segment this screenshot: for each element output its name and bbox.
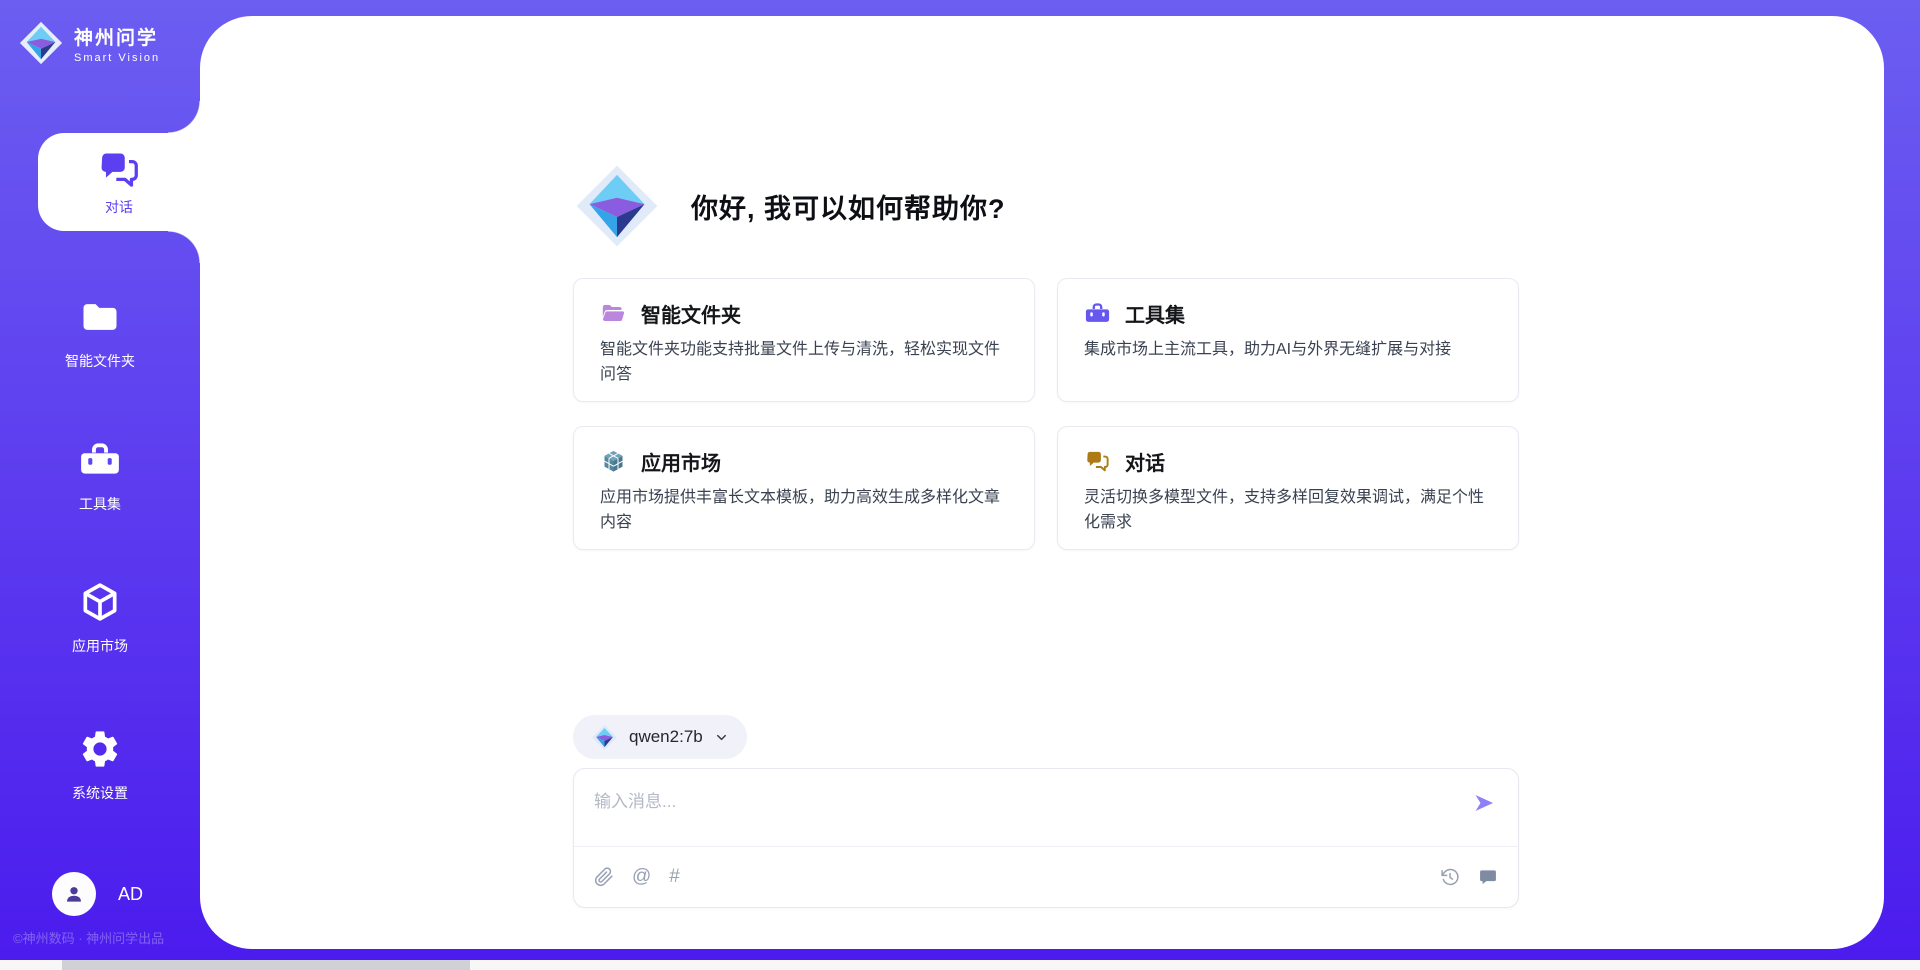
card-chat[interactable]: 对话 灵活切换多模型文件，支持多样回复效果调试，满足个性化需求 [1057,426,1519,550]
card-app-market[interactable]: 应用市场 应用市场提供丰富长文本模板，助力高效生成多样化文章内容 [573,426,1035,550]
card-title: 工具集 [1125,299,1185,328]
card-description: 集成市场上主流工具，助力AI与外界无缝扩展与对接 [1084,338,1492,363]
sidebar-item-toolset[interactable]: 工具集 [0,438,200,514]
cube-icon [78,580,122,624]
chat-icon [1084,448,1111,475]
sidebar-item-label: 系统设置 [0,783,200,803]
hashtag-icon[interactable]: # [669,867,680,887]
cube-grid-icon [600,448,627,475]
person-icon [61,881,87,907]
composer-divider [574,846,1518,847]
comment-icon[interactable] [1478,867,1498,887]
app-logo: 神州问学 Smart Vision [18,20,160,66]
chat-icon [96,147,142,193]
greeting: 你好, 我可以如何帮助你? [573,162,1006,250]
main-content: 你好, 我可以如何帮助你? 智能文件夹 智能文件夹功能支持批量文件上传与清洗，轻… [573,16,1519,949]
footer-credit: ©神州数码 · 神州问学出品 [13,928,203,947]
gear-icon [78,727,122,771]
brand-diamond-icon [573,162,661,250]
card-description: 灵活切换多模型文件，支持多样回复效果调试，满足个性化需求 [1084,486,1492,536]
attachment-icon[interactable] [594,867,614,887]
card-title: 智能文件夹 [641,299,741,328]
brand-name: 神州问学 [74,23,160,50]
card-title: 应用市场 [641,447,721,476]
user-name: AD [118,884,143,905]
card-smart-folder[interactable]: 智能文件夹 智能文件夹功能支持批量文件上传与清洗，轻松实现文件问答 [573,278,1035,402]
sidebar-item-label: 工具集 [0,494,200,514]
sidebar: 神州问学 Smart Vision 对话 智能文件夹 工具集 应用市场 [0,0,200,970]
user-account[interactable]: AD [52,872,143,916]
sidebar-item-settings[interactable]: 系统设置 [0,727,200,803]
history-icon[interactable] [1440,867,1460,887]
horizontal-scrollbar[interactable] [0,960,1920,970]
message-composer: @ # [573,768,1519,908]
greeting-title: 你好, 我可以如何帮助你? [691,187,1006,226]
sidebar-item-app-market[interactable]: 应用市场 [0,580,200,656]
model-selector-row: qwen2:7b [573,715,747,759]
sidebar-item-label: 应用市场 [0,636,200,656]
avatar [52,872,96,916]
sidebar-item-smart-folder[interactable]: 智能文件夹 [0,295,200,371]
folder-open-icon [600,300,627,327]
sidebar-item-label: 对话 [105,197,133,217]
model-name: qwen2:7b [629,727,703,747]
card-title: 对话 [1125,447,1165,476]
mention-icon[interactable]: @ [632,867,651,887]
feature-cards: 智能文件夹 智能文件夹功能支持批量文件上传与清洗，轻松实现文件问答 工具集 集成… [573,278,1519,550]
card-description: 应用市场提供丰富长文本模板，助力高效生成多样化文章内容 [600,486,1008,536]
card-toolset[interactable]: 工具集 集成市场上主流工具，助力AI与外界无缝扩展与对接 [1057,278,1519,402]
sidebar-item-chat[interactable]: 对话 [38,133,200,231]
toolbox-icon [1084,300,1111,327]
card-description: 智能文件夹功能支持批量文件上传与清洗，轻松实现文件问答 [600,338,1008,388]
toolbox-icon [78,438,122,482]
brand-diamond-icon [591,724,618,751]
brand-subtitle: Smart Vision [74,52,160,64]
sidebar-item-label: 智能文件夹 [0,351,200,371]
chevron-down-icon [714,730,729,745]
scrollbar-thumb[interactable] [62,960,470,970]
folder-icon [78,295,122,339]
composer-toolbar: @ # [594,867,1498,887]
model-selector[interactable]: qwen2:7b [573,715,747,759]
main-panel: 你好, 我可以如何帮助你? 智能文件夹 智能文件夹功能支持批量文件上传与清洗，轻… [200,16,1884,949]
brand-diamond-icon [18,20,64,66]
send-icon[interactable] [1472,791,1496,815]
message-input[interactable] [594,785,1434,819]
